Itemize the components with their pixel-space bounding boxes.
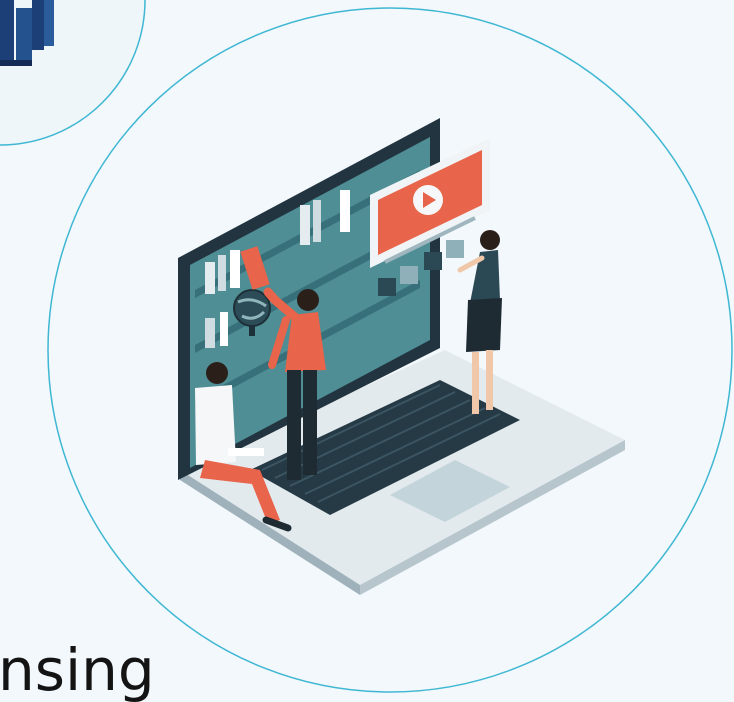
illustration-canvas: nsing xyxy=(0,0,733,702)
caption-partial: nsing xyxy=(0,636,155,702)
partial-circle-books xyxy=(0,0,146,146)
laptop-illustration xyxy=(178,118,625,595)
